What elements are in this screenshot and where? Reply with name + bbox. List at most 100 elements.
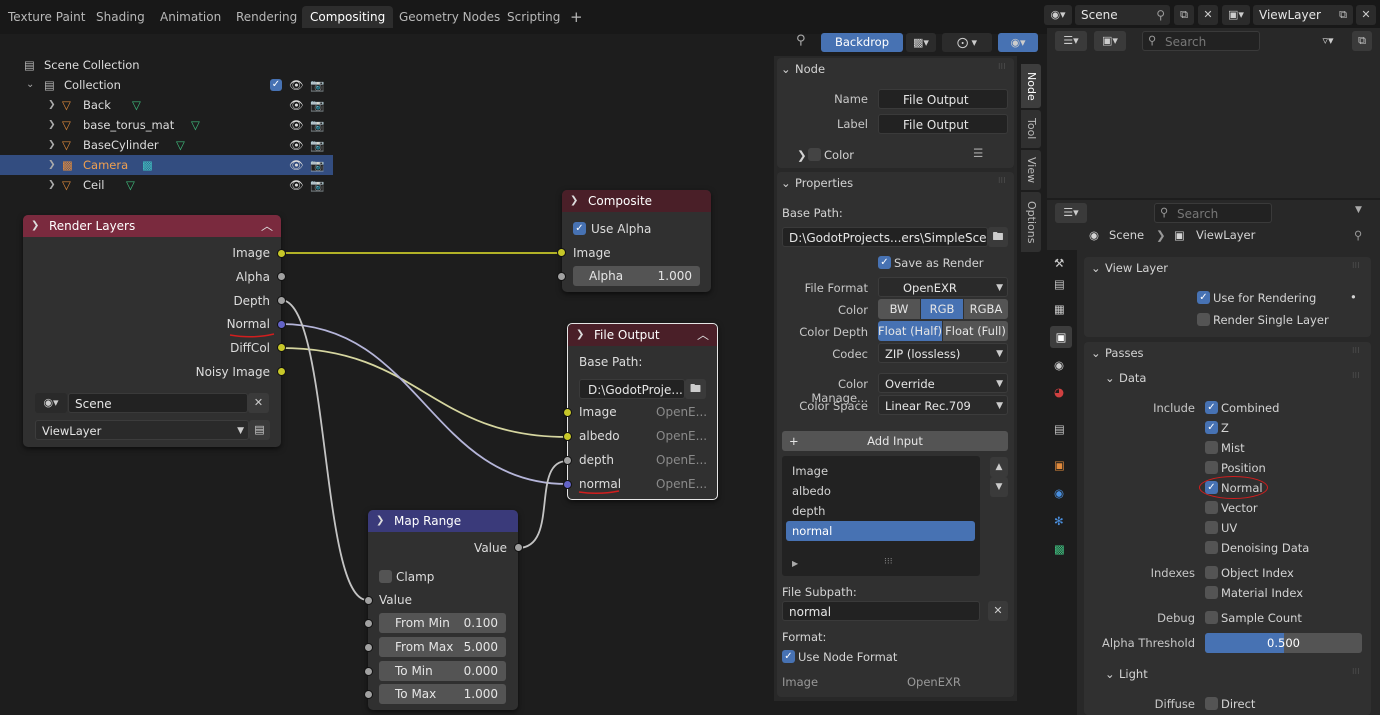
outliner-row[interactable]: ❯ ▽ BaseCylinder ▽ 👁 📷	[0, 135, 333, 155]
outliner-collection[interactable]: ⌄ ▤ Collection ✓ 👁 📷	[0, 75, 333, 95]
camera-icon[interactable]: 📷	[310, 175, 324, 195]
view-layer-selector-icon[interactable]: ▣▾	[1222, 5, 1250, 25]
eye-icon[interactable]: 👁	[289, 75, 304, 95]
render-layers-header[interactable]: ❯ Render Layers ︿	[23, 215, 281, 237]
use-alpha-checkbox[interactable]: ✓	[573, 222, 586, 235]
save-as-render-checkbox[interactable]: ✓	[878, 256, 891, 269]
socket-alpha-out[interactable]	[277, 272, 286, 281]
properties-search-input[interactable]: Search	[1154, 203, 1272, 223]
chevron-down-icon[interactable]: ⌄	[1091, 346, 1101, 360]
remove-input-icon[interactable]: ✕	[988, 601, 1008, 621]
scene-selector-icon[interactable]: ◉▾	[1044, 5, 1072, 25]
label-field[interactable]: File Output	[878, 114, 1008, 134]
color-checkbox[interactable]	[808, 148, 821, 161]
panel-grip-icon[interactable]: ⁝⁝⁝	[1352, 261, 1360, 270]
pin-icon[interactable]: ⚲	[1354, 228, 1362, 242]
snap-icon[interactable]: ⨀ ▾	[942, 33, 992, 52]
breadcrumb-view-layer[interactable]: ViewLayer	[1196, 228, 1255, 242]
scene-tab-icon[interactable]: ◉	[1054, 358, 1064, 372]
z-checkbox[interactable]: ✓	[1205, 421, 1218, 434]
sample-count-checkbox[interactable]	[1205, 611, 1218, 624]
socket-fo-depth-in[interactable]	[563, 456, 572, 465]
socket-map-range-out[interactable]	[514, 543, 523, 552]
physics-tab-icon[interactable]: ◉	[1054, 486, 1064, 500]
from-max-field[interactable]: From Max 5.000	[379, 637, 506, 657]
collapse-icon[interactable]: ︿	[261, 215, 273, 237]
chevron-right-icon[interactable]: ❯	[48, 175, 56, 195]
socket-fo-normal-in[interactable]	[563, 480, 572, 489]
composite-alpha-field[interactable]: Alpha 1.000	[573, 266, 700, 286]
file-output-header[interactable]: ❯ File Output ︿	[568, 324, 717, 346]
socket-noisy-out[interactable]	[277, 367, 286, 376]
chevron-down-icon[interactable]: ❯	[31, 215, 39, 237]
socket-depth-out[interactable]	[277, 296, 286, 305]
pin-icon[interactable]: ⚲	[1156, 5, 1165, 25]
panel-grip-icon[interactable]: ⁝⁝⁝	[998, 176, 1006, 185]
filter-icon[interactable]: ▿▾	[1314, 31, 1342, 51]
chevron-right-icon[interactable]: ❯	[48, 95, 56, 115]
outliner-row[interactable]: ❯ ▽ Back ▽ 👁 📷	[0, 95, 333, 115]
clear-scene-icon[interactable]: ✕	[248, 393, 269, 413]
to-min-field[interactable]: To Min 0.000	[379, 661, 506, 681]
position-checkbox[interactable]	[1205, 461, 1218, 474]
socket-from-max[interactable]	[364, 643, 373, 652]
add-input-button[interactable]: + Add Input	[782, 431, 1008, 451]
socket-composite-image-in[interactable]	[557, 248, 566, 257]
constraints-tab-icon[interactable]: ✻	[1054, 514, 1064, 528]
socket-normal-out[interactable]	[277, 320, 286, 329]
animate-dot-icon[interactable]: •	[1350, 290, 1357, 304]
scene-type-icon[interactable]: ◉▾	[35, 393, 67, 413]
codec-dropdown[interactable]: ZIP (lossless) ▼	[878, 343, 1008, 363]
scene-field[interactable]: Scene	[68, 393, 248, 413]
map-range-header[interactable]: ❯ Map Range	[368, 510, 518, 532]
chevron-down-icon[interactable]: ❯	[376, 510, 384, 532]
chevron-down-icon[interactable]: ❯	[576, 324, 584, 346]
scene-name-field[interactable]: Scene ⚲	[1075, 5, 1170, 25]
outliner-search-input[interactable]: Search	[1142, 31, 1260, 51]
move-up-icon[interactable]: ▲	[990, 457, 1008, 477]
color-rgb-button[interactable]: RGB	[921, 299, 963, 319]
outliner-row-selected[interactable]: ❯ ▩ Camera ▩ 👁 📷	[0, 155, 333, 175]
tab-options[interactable]: Options	[1021, 192, 1041, 252]
collection-tab-icon[interactable]: ▤	[1054, 422, 1065, 436]
name-field[interactable]: File Output	[878, 89, 1008, 109]
clamp-checkbox[interactable]	[379, 570, 392, 583]
tab-view[interactable]: View	[1021, 150, 1041, 190]
outliner-row[interactable]: ❯ ▽ base_torus_mat ▽ 👁 📷	[0, 115, 333, 135]
socket-fo-albedo-in[interactable]	[563, 432, 572, 441]
editor-type-icon[interactable]: ☰▾	[1055, 203, 1087, 223]
delete-view-layer-icon[interactable]: ✕	[1356, 5, 1376, 25]
folder-icon[interactable]: 🖿	[685, 379, 706, 399]
list-item[interactable]: albedo	[786, 481, 975, 501]
camera-icon[interactable]: 📷	[310, 155, 324, 175]
chevron-right-icon[interactable]: ❯	[48, 135, 56, 155]
color-bw-button[interactable]: BW	[878, 299, 920, 319]
tool-tab-icon[interactable]: ⚒	[1054, 256, 1064, 270]
move-down-icon[interactable]: ▼	[990, 477, 1008, 497]
tab-tool[interactable]: Tool	[1021, 110, 1041, 148]
output-tab-icon[interactable]: ▦	[1054, 302, 1065, 316]
diffuse-direct-checkbox[interactable]	[1205, 697, 1218, 710]
panel-grip-icon[interactable]: ⁝⁝⁝	[1352, 346, 1360, 355]
file-output-base-path-field[interactable]: D:\GodotProje...	[579, 379, 685, 399]
object-tab-icon[interactable]: ▣	[1054, 458, 1065, 472]
chevron-down-icon[interactable]: ⌄	[26, 75, 34, 95]
data-subsection-header[interactable]: Data	[1119, 371, 1146, 385]
eye-icon[interactable]: 👁	[289, 115, 304, 135]
use-for-rendering-checkbox[interactable]: ✓	[1197, 291, 1210, 304]
panel-grip-icon[interactable]: ⁝⁝⁝	[998, 62, 1006, 71]
tab-node[interactable]: Node	[1021, 64, 1041, 108]
socket-map-range-value-in[interactable]	[364, 596, 373, 605]
list-item[interactable]: depth	[786, 501, 975, 521]
socket-fo-image-in[interactable]	[563, 408, 572, 417]
properties-section-header[interactable]: Properties	[795, 176, 853, 190]
eye-icon[interactable]: 👁	[289, 155, 304, 175]
chevron-right-icon[interactable]: ❯	[797, 148, 807, 162]
expand-arrow-icon[interactable]: ▶	[792, 559, 798, 568]
display-mode-icon[interactable]: ▣▾	[1094, 31, 1126, 51]
denoising-data-checkbox[interactable]	[1205, 541, 1218, 554]
eye-icon[interactable]: 👁	[289, 175, 304, 195]
mist-checkbox[interactable]	[1205, 441, 1218, 454]
backdrop-button[interactable]: Backdrop	[821, 33, 903, 52]
eye-icon[interactable]: 👁	[289, 95, 304, 115]
